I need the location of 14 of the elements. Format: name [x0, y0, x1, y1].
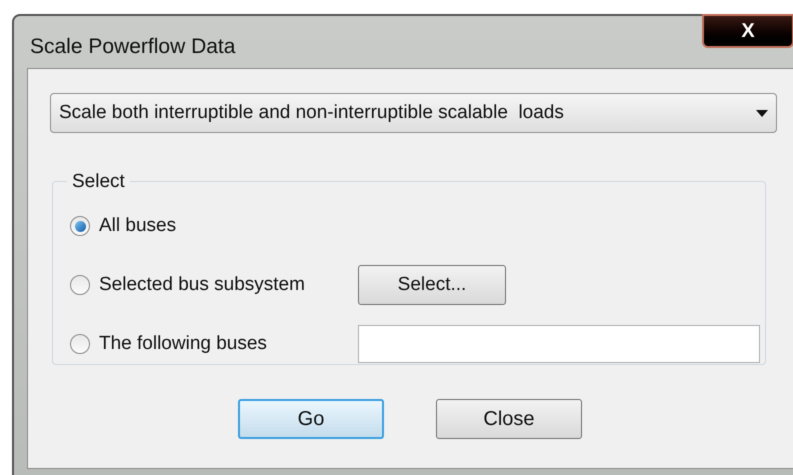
window-title: Scale Powerflow Data — [30, 34, 236, 60]
radio-button[interactable] — [70, 334, 90, 354]
load-dropdown[interactable]: Scale both interruptible and non-interruptible scalable loads — [50, 93, 777, 133]
radio-option[interactable]: All buses — [70, 212, 358, 240]
radio-option[interactable]: The following buses — [70, 330, 358, 358]
window-close-button[interactable]: X — [702, 14, 793, 48]
radio-button[interactable] — [70, 275, 90, 295]
radio-option[interactable]: Selected bus subsystem — [70, 270, 358, 300]
dropdown-arrow-icon — [756, 110, 768, 116]
dialog-button[interactable]: Go — [238, 399, 384, 439]
select-button[interactable]: Select... — [358, 265, 506, 305]
radio-button[interactable] — [70, 216, 90, 236]
buses-input-field[interactable] — [358, 325, 760, 363]
dialog-button[interactable]: Close — [436, 399, 582, 439]
